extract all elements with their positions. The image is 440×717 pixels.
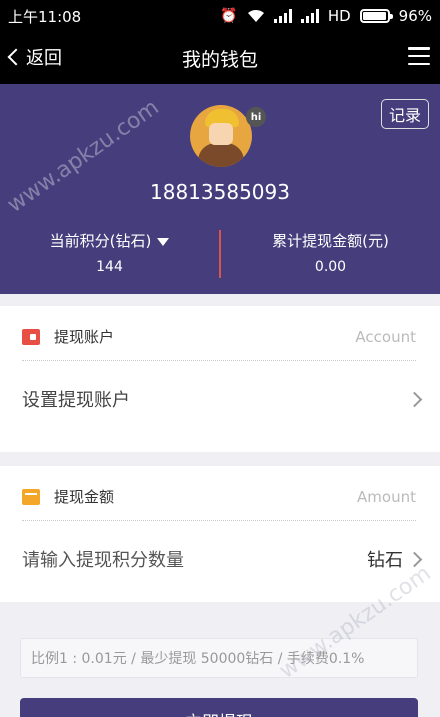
points-value: 144: [96, 259, 123, 275]
nav-bar: 返回 我的钱包: [0, 32, 440, 84]
points-label: 当前积分(钻石): [49, 232, 152, 250]
withdrawn-value: 0.00: [314, 259, 347, 275]
signal-icon-2: [300, 9, 319, 23]
signal-icon: [273, 9, 292, 23]
back-label: 返回: [26, 48, 62, 69]
wallet-header: www.apkzu.com 记录 hi 18813585093 当前积分(钻石)…: [0, 84, 440, 294]
status-time: 上午11:08: [8, 7, 82, 26]
withdrawn-label: 累计提现金额(元): [272, 232, 389, 250]
set-account-label: 设置提现账户: [22, 390, 130, 411]
battery-icon: [359, 9, 393, 23]
account-card: 提现账户 Account 设置提现账户: [0, 306, 440, 452]
withdraw-rules-note: 比例1 : 0.01元 / 最少提现 50000钻石 / 手续费0.1%: [20, 638, 418, 678]
battery-percent: 96%: [398, 7, 432, 25]
amount-card: 提现金额 Amount 请输入提现积分数量 钻石: [0, 466, 440, 602]
back-button[interactable]: 返回: [6, 44, 62, 70]
menu-icon[interactable]: [408, 47, 430, 65]
amount-input-row[interactable]: 请输入提现积分数量 钻石: [22, 546, 423, 572]
user-phone: 18813585093: [150, 180, 290, 204]
caret-down-icon: [157, 237, 170, 246]
points-stat[interactable]: 当前积分(钻石) 144: [0, 230, 219, 275]
wallet-icon: [22, 328, 40, 345]
amount-card-title: 提现金额: [54, 488, 115, 506]
alarm-icon: ⏰: [220, 8, 238, 24]
amount-input[interactable]: 请输入提现积分数量: [22, 546, 367, 572]
withdraw-button[interactable]: 立即提现: [20, 698, 418, 717]
divider: [22, 360, 416, 361]
status-bar: 上午11:08 ⏰ HD 96%: [0, 0, 440, 32]
amount-icon: [22, 488, 40, 505]
chevron-left-icon: [7, 48, 25, 66]
amount-card-en: Amount: [357, 487, 416, 506]
network-type: HD: [327, 7, 351, 25]
avatar-badge: hi: [246, 107, 266, 127]
wifi-icon: [247, 9, 264, 22]
record-button[interactable]: 记录: [381, 99, 429, 129]
divider: [22, 520, 416, 521]
set-account-row[interactable]: 设置提现账户: [22, 386, 423, 412]
amount-unit: 钻石: [367, 550, 403, 571]
account-card-en: Account: [355, 327, 416, 346]
withdrawn-stat: 累计提现金额(元) 0.00: [221, 230, 440, 275]
page-title: 我的钱包: [181, 48, 258, 71]
chevron-right-icon: [406, 391, 423, 407]
avatar[interactable]: [190, 105, 252, 167]
account-card-title: 提现账户: [54, 328, 115, 346]
